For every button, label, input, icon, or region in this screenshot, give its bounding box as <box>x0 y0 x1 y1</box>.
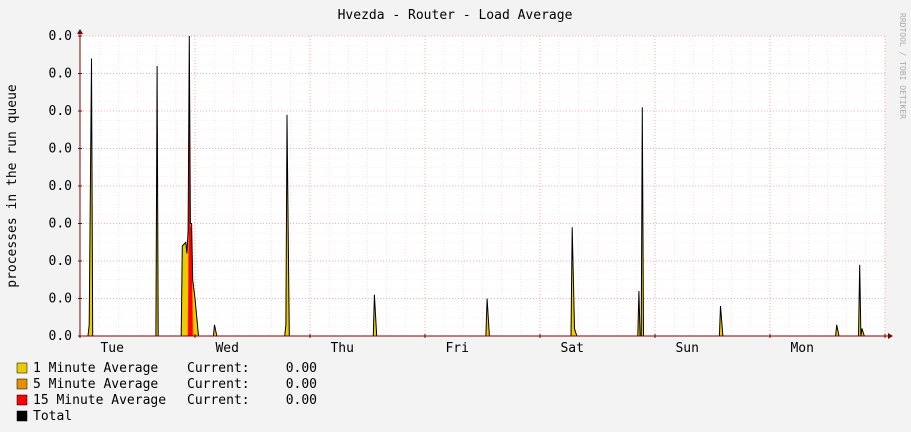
legend-series-name: Total <box>33 409 72 424</box>
y-tick-label: 0.0 <box>49 217 72 232</box>
legend-swatch <box>16 362 28 374</box>
chart-title: Hvezda - Router - Load Average <box>338 8 573 23</box>
y-tick-label: 0.0 <box>49 104 72 119</box>
y-tick-labels: 0.0 0.0 0.0 0.0 0.0 0.0 0.0 0.0 0.0 <box>49 29 72 344</box>
y-tick-label: 0.0 <box>49 329 72 344</box>
legend-swatch <box>16 410 28 422</box>
y-axis-label: processes in the run queue <box>5 84 20 288</box>
x-tick-label: Sun <box>675 341 698 356</box>
legend-current-label: Current: <box>187 393 250 408</box>
x-tick-label: Mon <box>790 341 813 356</box>
load-average-chart: Hvezda - Router - Load Average processes… <box>0 0 911 432</box>
x-tick-label: Wed <box>215 341 238 356</box>
legend-series-name: 1 Minute Average <box>33 361 158 376</box>
x-tick-label: Sat <box>560 341 583 356</box>
y-tick-label: 0.0 <box>49 254 72 269</box>
x-tick-label: Fri <box>445 341 468 356</box>
legend-current-value: 0.00 <box>286 361 317 376</box>
legend-current-label: Current: <box>187 377 250 392</box>
legend-current-value: 0.00 <box>286 393 317 408</box>
y-tick-label: 0.0 <box>49 67 72 82</box>
legend-swatch <box>16 394 28 406</box>
x-tick-label: Tue <box>100 341 124 356</box>
legend-series-name: 5 Minute Average <box>33 377 158 392</box>
y-tick-label: 0.0 <box>49 29 72 44</box>
rrdtool-watermark: RRDTOOL / TOBI OETIKER <box>898 13 907 119</box>
y-tick-label: 0.0 <box>49 142 72 157</box>
legend-series-name: 15 Minute Average <box>33 393 166 408</box>
legend-swatch <box>16 378 28 390</box>
y-tick-label: 0.0 <box>49 179 72 194</box>
legend-current-label: Current: <box>187 361 250 376</box>
legend-current-value: 0.00 <box>286 377 317 392</box>
y-tick-label: 0.0 <box>49 292 72 307</box>
x-tick-label: Thu <box>330 341 353 356</box>
